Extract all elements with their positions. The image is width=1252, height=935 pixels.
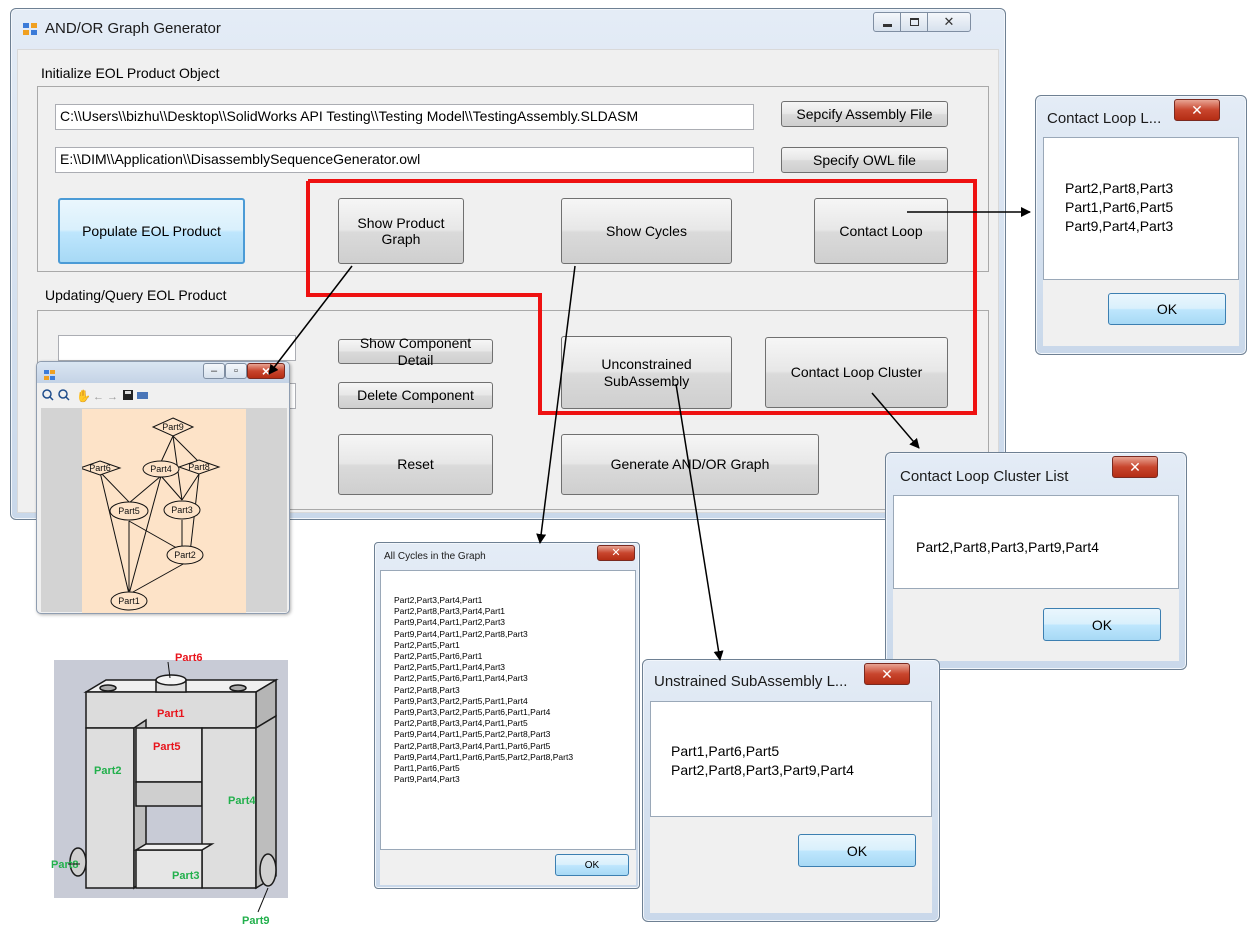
arrow-cluster [871, 392, 920, 449]
arrow-cycles [536, 265, 576, 544]
arrow-product-graph [268, 265, 353, 375]
arrow-subassembly [675, 383, 724, 661]
connector-arrows [268, 207, 1031, 661]
